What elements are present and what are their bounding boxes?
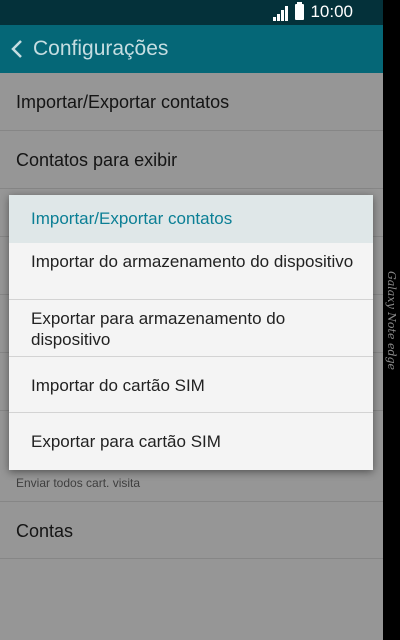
option-label: Importar do cartão SIM (31, 376, 205, 395)
option-export-storage[interactable]: Exportar para armazenamento do dispositi… (9, 300, 373, 357)
edge-label: Galaxy Note edge (383, 0, 400, 640)
option-label: Importar do armazenamento do dispositivo (31, 252, 354, 271)
option-import-sim[interactable]: Importar do cartão SIM (9, 357, 373, 413)
status-time: 10:00 (310, 2, 353, 21)
option-label: Exportar para cartão SIM (31, 432, 221, 451)
dialog-title: Importar/Exportar contatos (9, 195, 373, 243)
status-icons: 10:00 (272, 2, 353, 22)
page-title[interactable]: Configurações (33, 37, 168, 61)
option-label: Exportar para armazenamento do dispositi… (31, 309, 286, 349)
import-export-dialog: Importar/Exportar contatos Importar do a… (9, 195, 373, 470)
option-export-sim[interactable]: Exportar para cartão SIM (9, 413, 373, 470)
edge-screen: Galaxy Note edge (383, 0, 400, 640)
battery-icon (295, 2, 305, 20)
signal-icon (273, 5, 289, 21)
dialog-title-text: Importar/Exportar contatos (31, 209, 233, 228)
screen: 10:00 Configurações Importar/Exportar co… (0, 0, 383, 640)
edge-label-text: Galaxy Note edge (385, 270, 398, 370)
option-import-storage[interactable]: Importar do armazenamento do dispositivo (9, 243, 373, 300)
action-bar: Configurações (0, 25, 383, 73)
back-chevron-icon[interactable] (10, 39, 24, 59)
status-bar: 10:00 (0, 0, 383, 25)
